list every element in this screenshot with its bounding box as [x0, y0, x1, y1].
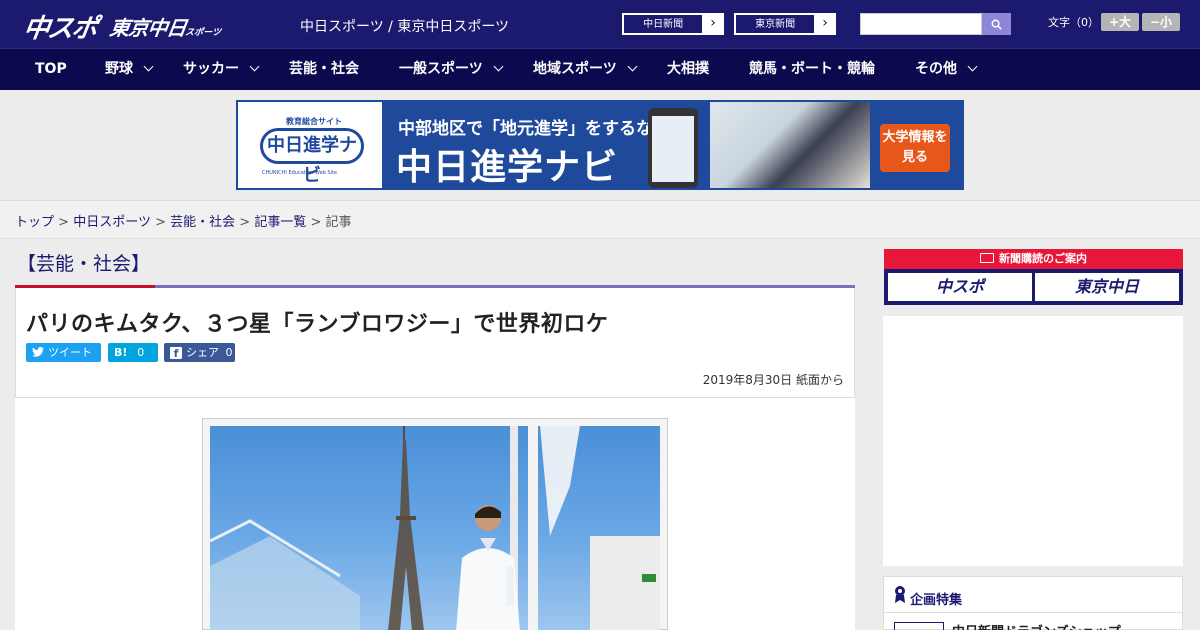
ad-logo-main: 中日進学ナビ	[260, 128, 364, 186]
breadcrumb: トップ > 中日スポーツ > 芸能・社会 > 記事一覧 > 記事	[15, 211, 352, 230]
nav-label: 野球	[105, 61, 133, 77]
breadcrumb-top[interactable]: トップ	[15, 215, 54, 230]
facebook-icon: f	[170, 347, 182, 360]
facebook-count: 0	[225, 346, 233, 359]
ad-tagline: 中部地区で「地元進学」をするなら	[398, 119, 670, 139]
twitter-icon	[32, 346, 44, 357]
breadcrumb-separator: >	[58, 215, 70, 230]
nav-label: 芸能・社会	[289, 61, 359, 77]
article-photo-frame	[202, 418, 668, 630]
ad-area: 教育総合サイト 中日進学ナビ CHUNICHI Education Web Si…	[0, 90, 1200, 200]
chevron-right-icon: ›	[822, 15, 828, 31]
font-bigger-button[interactable]: +大	[1101, 13, 1139, 31]
facebook-share-button[interactable]: f シェア 0	[164, 343, 235, 362]
article-title: パリのキムタク、３つ星「ランブロワジー」で世界初ロケ	[26, 312, 609, 337]
tokyo-chunichi-logo[interactable]: 東京中日スポーツ	[108, 12, 224, 41]
newspaper-icon	[980, 253, 994, 263]
hatena-icon: B!	[114, 346, 128, 359]
link-label: 東京新聞	[735, 14, 816, 34]
search-button[interactable]	[982, 13, 1011, 35]
breadcrumb-article-list[interactable]: 記事一覧	[254, 215, 306, 230]
breadcrumb-bar: トップ > 中日スポーツ > 芸能・社会 > 記事一覧 > 記事	[0, 200, 1200, 239]
nav-item-baseball[interactable]: 野球	[105, 49, 154, 90]
ad-cta-button[interactable]: 大学情報を見る	[880, 124, 950, 172]
breadcrumb-separator: >	[239, 215, 251, 230]
ribbon-icon	[895, 586, 905, 603]
nav-item-soccer[interactable]: サッカー	[183, 49, 260, 90]
ad-headline: 中日進学ナビ	[396, 147, 619, 188]
nav-item-regional-sports[interactable]: 地域スポーツ	[533, 49, 638, 90]
nav-item-sumo[interactable]: 大相撲	[667, 49, 709, 90]
breadcrumb-current: 記事	[325, 215, 352, 230]
search-icon	[991, 19, 1002, 30]
nav-item-other[interactable]: その他	[915, 49, 978, 90]
phone-image	[648, 108, 698, 188]
phone-screen	[652, 116, 694, 182]
nav-label: TOP	[35, 61, 67, 77]
chuspo-logo[interactable]: 中スポ	[21, 8, 98, 45]
category-label: 【芸能・社会】	[17, 253, 151, 275]
link-label: 中日新聞	[623, 14, 704, 34]
header: 中スポ 東京中日スポーツ 中日スポーツ / 東京中日スポーツ 中日新聞 › 東京…	[0, 0, 1200, 48]
search-input[interactable]	[860, 13, 982, 35]
site-names: 中日スポーツ / 東京中日スポーツ	[300, 19, 510, 35]
nav-item-racing[interactable]: 競馬・ボート・競輪	[749, 49, 875, 90]
tokyo-logo-sub: スポーツ	[184, 28, 222, 38]
ad-logo-english: CHUNICHI Education Web Site	[262, 170, 338, 176]
nav-item-top[interactable]: TOP	[35, 49, 67, 90]
tokyo-shimbun-link[interactable]: 東京新聞 ›	[734, 13, 836, 35]
tokyo-logo-text: 東京中日	[108, 16, 188, 40]
hatena-bookmark-button[interactable]: B! 0	[108, 343, 158, 362]
chunichi-shimbun-link[interactable]: 中日新聞 ›	[622, 13, 724, 35]
nav-label: 大相撲	[667, 61, 709, 77]
subscription-title: 新聞購読のご案内	[884, 249, 1183, 269]
feature-box: 企画特集 中日新聞ドラゴンズショップ	[883, 576, 1183, 630]
photo-scene	[210, 426, 660, 630]
nav-label: 一般スポーツ	[399, 61, 483, 77]
article-header: パリのキムタク、３つ星「ランブロワジー」で世界初ロケ ツイート B! 0 f シェ…	[15, 288, 855, 398]
hatena-count: 0	[137, 346, 145, 359]
nav-label: 競馬・ボート・競輪	[749, 61, 875, 77]
subscription-box: 新聞購読のご案内 中スポ 東京中日	[884, 249, 1183, 305]
subscribe-chuspo-button[interactable]: 中スポ	[888, 273, 1032, 301]
chevron-down-icon	[249, 61, 260, 72]
main-nav: TOP 野球 サッカー 芸能・社会 一般スポーツ 地域スポーツ 大相撲 競馬・ボ…	[0, 48, 1200, 90]
breadcrumb-chunichi-sports[interactable]: 中日スポーツ	[73, 215, 151, 230]
chevron-down-icon	[143, 61, 154, 72]
nav-label: その他	[915, 61, 957, 77]
ad-logo-panel: 教育総合サイト 中日進学ナビ CHUNICHI Education Web Si…	[238, 102, 382, 188]
chevron-down-icon	[627, 61, 638, 72]
article-main: 【芸能・社会】 パリのキムタク、３つ星「ランブロワジー」で世界初ロケ ツイート …	[15, 239, 855, 630]
breadcrumb-separator: >	[155, 215, 166, 230]
breadcrumb-separator: >	[310, 215, 322, 230]
nav-label: サッカー	[183, 61, 239, 77]
category-header: 【芸能・社会】	[15, 239, 855, 289]
chevron-down-icon	[493, 61, 504, 72]
chevron-right-icon: ›	[710, 15, 716, 31]
font-size-label: 文字（0）	[1048, 16, 1099, 29]
facebook-share-label: シェア	[186, 346, 219, 359]
tweet-label: ツイート	[48, 346, 92, 359]
ad-banner[interactable]: 教育総合サイト 中日進学ナビ CHUNICHI Education Web Si…	[236, 100, 964, 190]
nav-label: 地域スポーツ	[533, 61, 617, 77]
feature-thumbnail[interactable]	[894, 622, 944, 630]
article-photo[interactable]	[210, 426, 660, 630]
article-date: 2019年8月30日 紙面から	[702, 373, 844, 387]
font-smaller-button[interactable]: −小	[1142, 13, 1180, 31]
nav-item-general-sports[interactable]: 一般スポーツ	[399, 49, 504, 90]
feature-title: 企画特集	[910, 593, 963, 608]
feature-item-link[interactable]: 中日新聞ドラゴンズショップ	[952, 621, 1121, 630]
tweet-button[interactable]: ツイート	[26, 343, 101, 362]
sidebar-ad-slot	[883, 316, 1183, 566]
breadcrumb-entertainment[interactable]: 芸能・社会	[170, 215, 235, 230]
students-photo	[710, 102, 870, 188]
chevron-down-icon	[967, 61, 978, 72]
ad-logo-small: 教育総合サイト	[286, 117, 342, 126]
subscription-title-text: 新聞購読のご案内	[999, 252, 1087, 265]
nav-item-entertainment[interactable]: 芸能・社会	[289, 49, 359, 90]
subscribe-tokyo-chunichi-button[interactable]: 東京中日	[1035, 273, 1179, 301]
feature-header: 企画特集	[884, 577, 1182, 613]
